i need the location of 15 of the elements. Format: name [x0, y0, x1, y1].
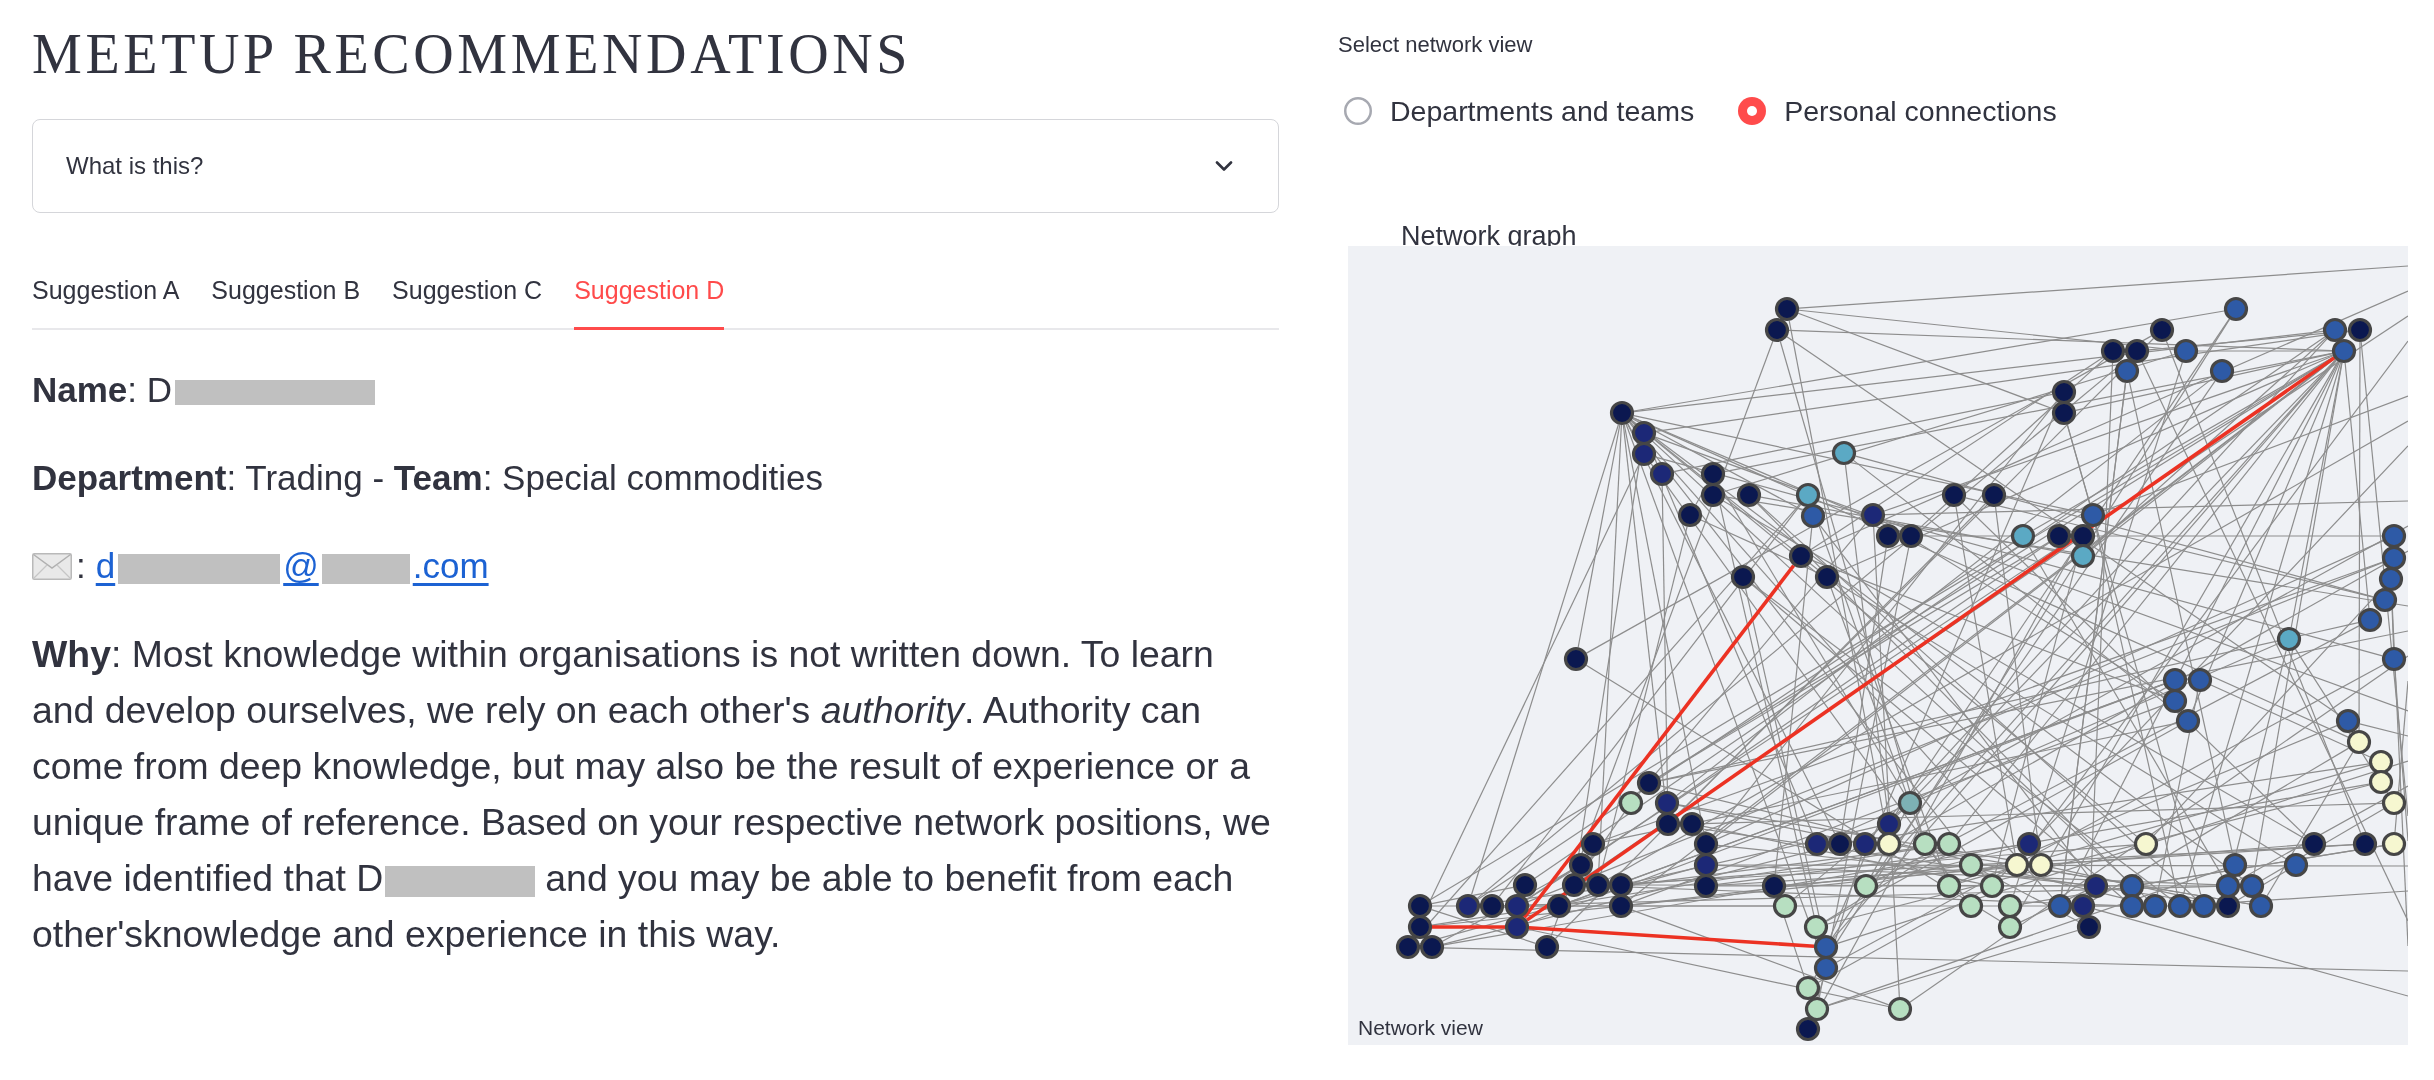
department-text: Department: Trading - Team: Special commodities — [32, 457, 824, 499]
explanation-text: Why: Most knowledge within organisations is not written down. To learn and develop ourselves, we rely on each other's authority. Authority can come from deep knowledge, but may also be the result of experience or a unique frame of reference. Based on your respective network positions, we have identified that D and you may be able to benefit from each other'sknowledge and experience in this way. — [32, 632, 1272, 957]
name-text: Name: D — [32, 370, 173, 409]
page-title: MEETUP RECOMMENDATIONS — [32, 22, 912, 87]
radio-option[interactable]: Departments and teams — [1344, 93, 1695, 129]
expander[interactable]: What is this? — [32, 119, 1279, 213]
tab[interactable]: Suggestion B — [211, 275, 361, 330]
radio-option[interactable]: Personal connections — [1738, 93, 2057, 129]
envelope-icon — [32, 552, 72, 580]
chart-caption: Network view — [1358, 1015, 1483, 1041]
separator-text: : — [76, 545, 86, 587]
tab[interactable]: Suggestion C — [392, 275, 543, 330]
radio-group-label: Select network view — [1338, 31, 1533, 59]
tab[interactable]: Suggestion A — [32, 275, 180, 330]
email-link[interactable]: d @ .com — [95, 538, 489, 594]
